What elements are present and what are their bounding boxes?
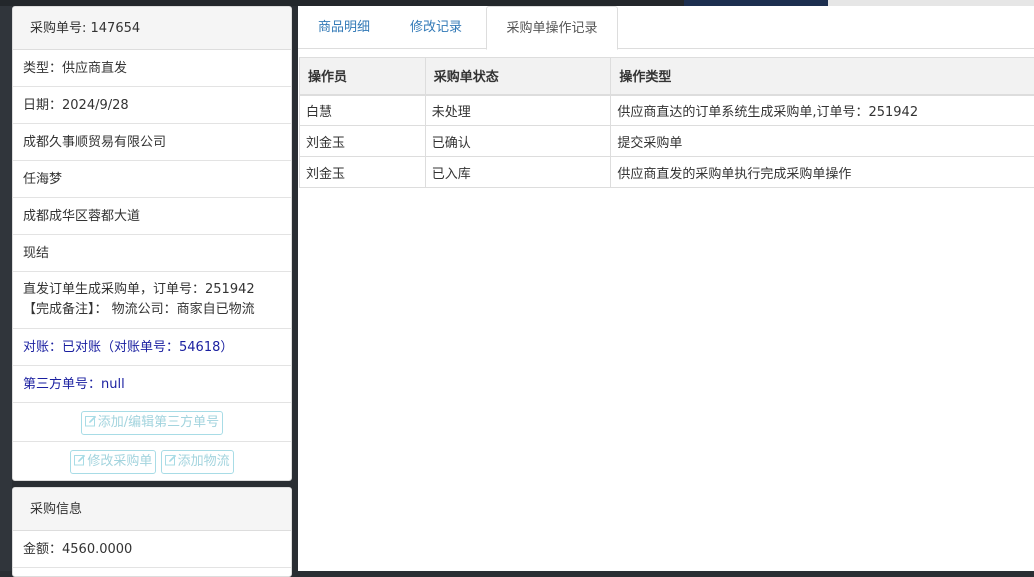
cell-operator: 刘金玉 <box>300 126 426 157</box>
operation-log-table: 操作员 采购单状态 操作类型 白慧 未处理 供应商直达的订单系统生成采购单,订单… <box>299 57 1034 188</box>
purchase-info-panel: 采购信息 金额：4560.0000 <box>12 487 292 577</box>
cell-status: 未处理 <box>425 95 611 126</box>
purchase-info-heading: 采购信息 <box>13 488 291 531</box>
order-amount: 金额：4560.0000 <box>13 531 291 568</box>
main-content: 商品明细 修改记录 采购单操作记录 操作员 采购单状态 操作类型 白慧 未处理 … <box>298 6 1034 571</box>
order-date: 日期：2024/9/28 <box>13 87 291 124</box>
third-party-number: 第三方单号：null <box>13 366 291 403</box>
edit-icon <box>74 454 86 466</box>
purchase-order-panel: 采购单号: 147654 类型：供应商直发 日期：2024/9/28 成都久事顺… <box>12 6 292 481</box>
cell-operation: 提交采购单 <box>611 126 1034 157</box>
payment-method: 现结 <box>13 235 291 272</box>
cell-operation: 供应商直达的订单系统生成采购单,订单号：251942 <box>611 95 1034 126</box>
table-row: 刘金玉 已确认 提交采购单 <box>300 126 1034 157</box>
cell-operator: 白慧 <box>300 95 426 126</box>
contact-person: 任海梦 <box>13 161 291 198</box>
tab-operation-log[interactable]: 采购单操作记录 <box>486 6 618 50</box>
reconcile-status: 对账：已对账（对账单号：54618） <box>13 329 291 366</box>
cell-status: 已入库 <box>425 157 611 188</box>
add-logistics-label: 添加物流 <box>178 454 230 469</box>
cell-operator: 刘金玉 <box>300 157 426 188</box>
supplier-name: 成都久事顺贸易有限公司 <box>13 124 291 161</box>
address: 成都成华区蓉都大道 <box>13 198 291 235</box>
table-row: 白慧 未处理 供应商直达的订单系统生成采购单,订单号：251942 <box>300 95 1034 126</box>
tab-product-details[interactable]: 商品明细 <box>298 6 390 49</box>
modify-order-label: 修改采购单 <box>87 454 152 469</box>
cell-status: 已确认 <box>425 126 611 157</box>
action-button-row: 修改采购单 添加物流 <box>13 442 291 481</box>
header-operation-type: 操作类型 <box>611 58 1034 95</box>
add-edit-third-party-label: 添加/编辑第三方单号 <box>98 415 219 430</box>
table-row: 刘金玉 已入库 供应商直发的采购单执行完成采购单操作 <box>300 157 1034 188</box>
tab-modification-log[interactable]: 修改记录 <box>390 6 482 49</box>
table-header-row: 操作员 采购单状态 操作类型 <box>300 58 1034 95</box>
modify-order-button[interactable]: 修改采购单 <box>70 450 156 474</box>
add-logistics-button[interactable]: 添加物流 <box>161 450 234 474</box>
tab-bar: 商品明细 修改记录 采购单操作记录 <box>298 6 1034 49</box>
cell-operation: 供应商直发的采购单执行完成采购单操作 <box>611 157 1034 188</box>
order-remark: 直发订单生成采购单，订单号：251942 【完成备注】： 物流公司：商家自已物流 <box>13 272 291 329</box>
header-operator: 操作员 <box>300 58 426 95</box>
third-party-button-row: 添加/编辑第三方单号 <box>13 403 291 442</box>
order-type: 类型：供应商直发 <box>13 50 291 87</box>
header-order-status: 采购单状态 <box>425 58 611 95</box>
edit-icon <box>165 454 177 466</box>
add-edit-third-party-button[interactable]: 添加/编辑第三方单号 <box>81 411 223 435</box>
remark-line-2: 【完成备注】： 物流公司：商家自已物流 <box>23 300 281 320</box>
edit-icon <box>85 415 97 427</box>
background-left-strip <box>0 6 12 571</box>
purchase-order-number: 采购单号: 147654 <box>13 7 291 50</box>
remark-line-1: 直发订单生成采购单，订单号：251942 <box>23 280 281 300</box>
